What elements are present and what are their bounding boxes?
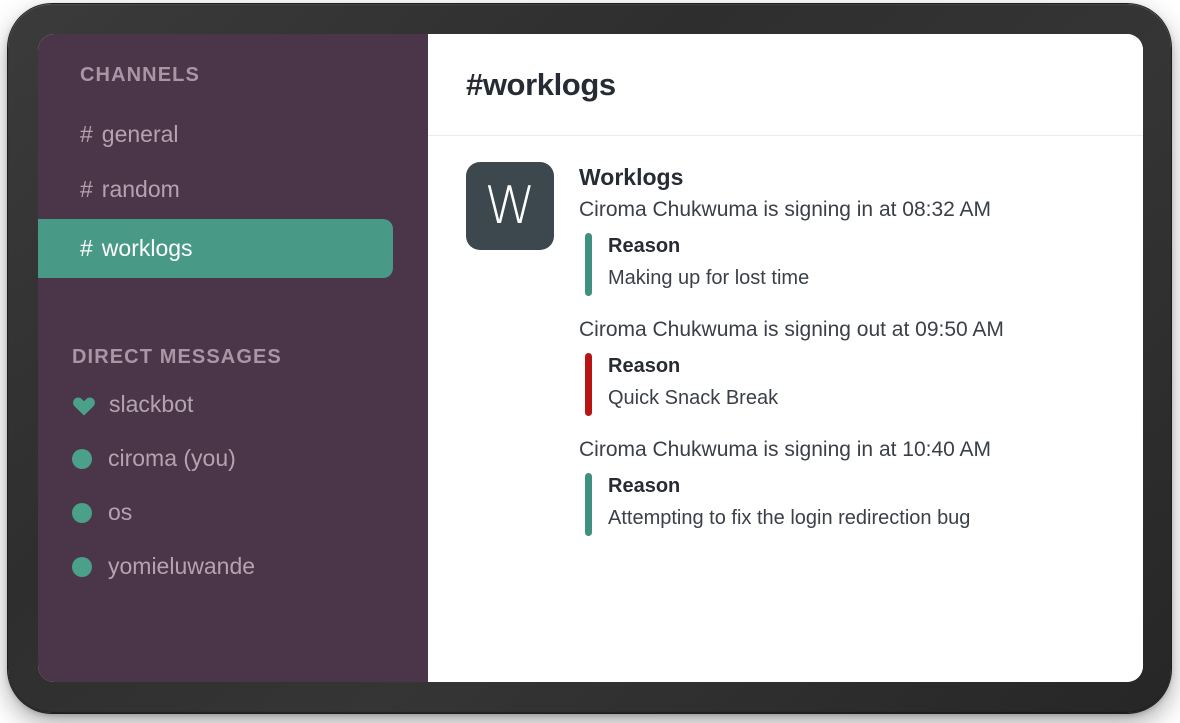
- direct-messages-section: DIRECT MESSAGES slackbot ciroma (you) os yo…: [38, 346, 428, 588]
- app-screen: CHANNELS # general # random # worklogs DIRECT…: [38, 34, 1143, 682]
- attachment-text: Quick Snack Break: [608, 387, 779, 409]
- sidebar-item-label: random: [101, 176, 180, 202]
- dm-item-os[interactable]: os: [38, 491, 428, 534]
- dm-item-label: yomieluwande: [108, 553, 256, 579]
- hash-icon: #: [80, 235, 93, 261]
- main-panel: #worklogs W Worklogs Ciroma Chukwuma is …: [428, 34, 1143, 682]
- attachment-accent-bar: [585, 473, 592, 536]
- sidebar-item-label: general: [101, 121, 179, 147]
- sidebar: CHANNELS # general # random # worklogs DIRECT…: [38, 34, 428, 682]
- direct-messages-section-title: DIRECT MESSAGES: [72, 346, 282, 368]
- worklog-entry: Ciroma Chukwuma is signing in at 10:40 A…: [579, 438, 1113, 536]
- channel-header: #worklogs: [428, 34, 1143, 136]
- attachment-text: Making up for lost time: [608, 267, 810, 289]
- message-item: W Worklogs Ciroma Chukwuma is signing in…: [466, 160, 1113, 536]
- presence-dot-icon: [72, 556, 92, 577]
- worklog-status-text: Ciroma Chukwuma is signing out at 09:50 …: [579, 318, 1004, 341]
- attachment-body: Reason Attempting to fix the login redire…: [608, 473, 970, 536]
- dm-item-ciroma-you-[interactable]: ciroma (you): [38, 437, 428, 480]
- presence-dot-icon: [72, 448, 92, 469]
- dm-item-slackbot[interactable]: slackbot: [38, 383, 428, 426]
- worklog-status-text: Ciroma Chukwuma is signing in at 10:40 A…: [579, 438, 992, 461]
- worklog-entry: Ciroma Chukwuma is signing out at 09:50 …: [579, 318, 1113, 416]
- message-list: W Worklogs Ciroma Chukwuma is signing in…: [428, 136, 1143, 682]
- dm-item-label: os: [108, 499, 133, 525]
- dm-item-label: slackbot: [109, 391, 194, 417]
- worklog-entry: Ciroma Chukwuma is signing in at 08:32 A…: [579, 198, 1113, 296]
- presence-dot-icon: [72, 502, 92, 523]
- attachment-body: Reason Quick Snack Break: [608, 353, 778, 416]
- sidebar-item-random[interactable]: # random: [38, 164, 428, 215]
- sidebar-item-worklogs[interactable]: # worklogs: [38, 219, 393, 278]
- reason-attachment: Reason Attempting to fix the login redire…: [579, 473, 1113, 536]
- hash-icon: #: [80, 121, 93, 147]
- avatar: W: [466, 162, 554, 250]
- reason-attachment: Reason Making up for lost time: [579, 233, 1113, 296]
- heart-icon: [72, 394, 96, 416]
- hash-icon: #: [80, 176, 93, 202]
- channel-list: # general # random # worklogs: [38, 109, 428, 278]
- message-body: Worklogs Ciroma Chukwuma is signing in a…: [579, 160, 1113, 536]
- attachment-title: Reason: [608, 355, 681, 377]
- attachment-accent-bar: [585, 233, 592, 296]
- channels-section-title: CHANNELS: [80, 64, 200, 86]
- attachment-body: Reason Making up for lost time: [608, 233, 809, 296]
- direct-message-list: slackbot ciroma (you) os yomieluwande: [38, 383, 428, 588]
- sidebar-item-general[interactable]: # general: [38, 109, 428, 160]
- channels-section: CHANNELS # general # random # worklogs: [38, 64, 428, 278]
- dm-item-label: ciroma (you): [108, 445, 236, 471]
- message-author: Worklogs: [579, 164, 684, 190]
- attachment-title: Reason: [608, 475, 681, 497]
- page-title: #worklogs: [466, 66, 616, 102]
- device-frame: CHANNELS # general # random # worklogs DIRECT…: [8, 4, 1171, 713]
- attachment-title: Reason: [608, 235, 681, 257]
- attachment-accent-bar: [585, 353, 592, 416]
- reason-attachment: Reason Quick Snack Break: [579, 353, 1113, 416]
- worklog-entry-list: Ciroma Chukwuma is signing in at 08:32 A…: [579, 198, 1113, 536]
- worklog-status-text: Ciroma Chukwuma is signing in at 08:32 A…: [579, 198, 992, 221]
- attachment-text: Attempting to fix the login redirection …: [608, 507, 971, 529]
- dm-item-yomieluwande[interactable]: yomieluwande: [38, 545, 428, 588]
- sidebar-item-label: worklogs: [101, 235, 193, 261]
